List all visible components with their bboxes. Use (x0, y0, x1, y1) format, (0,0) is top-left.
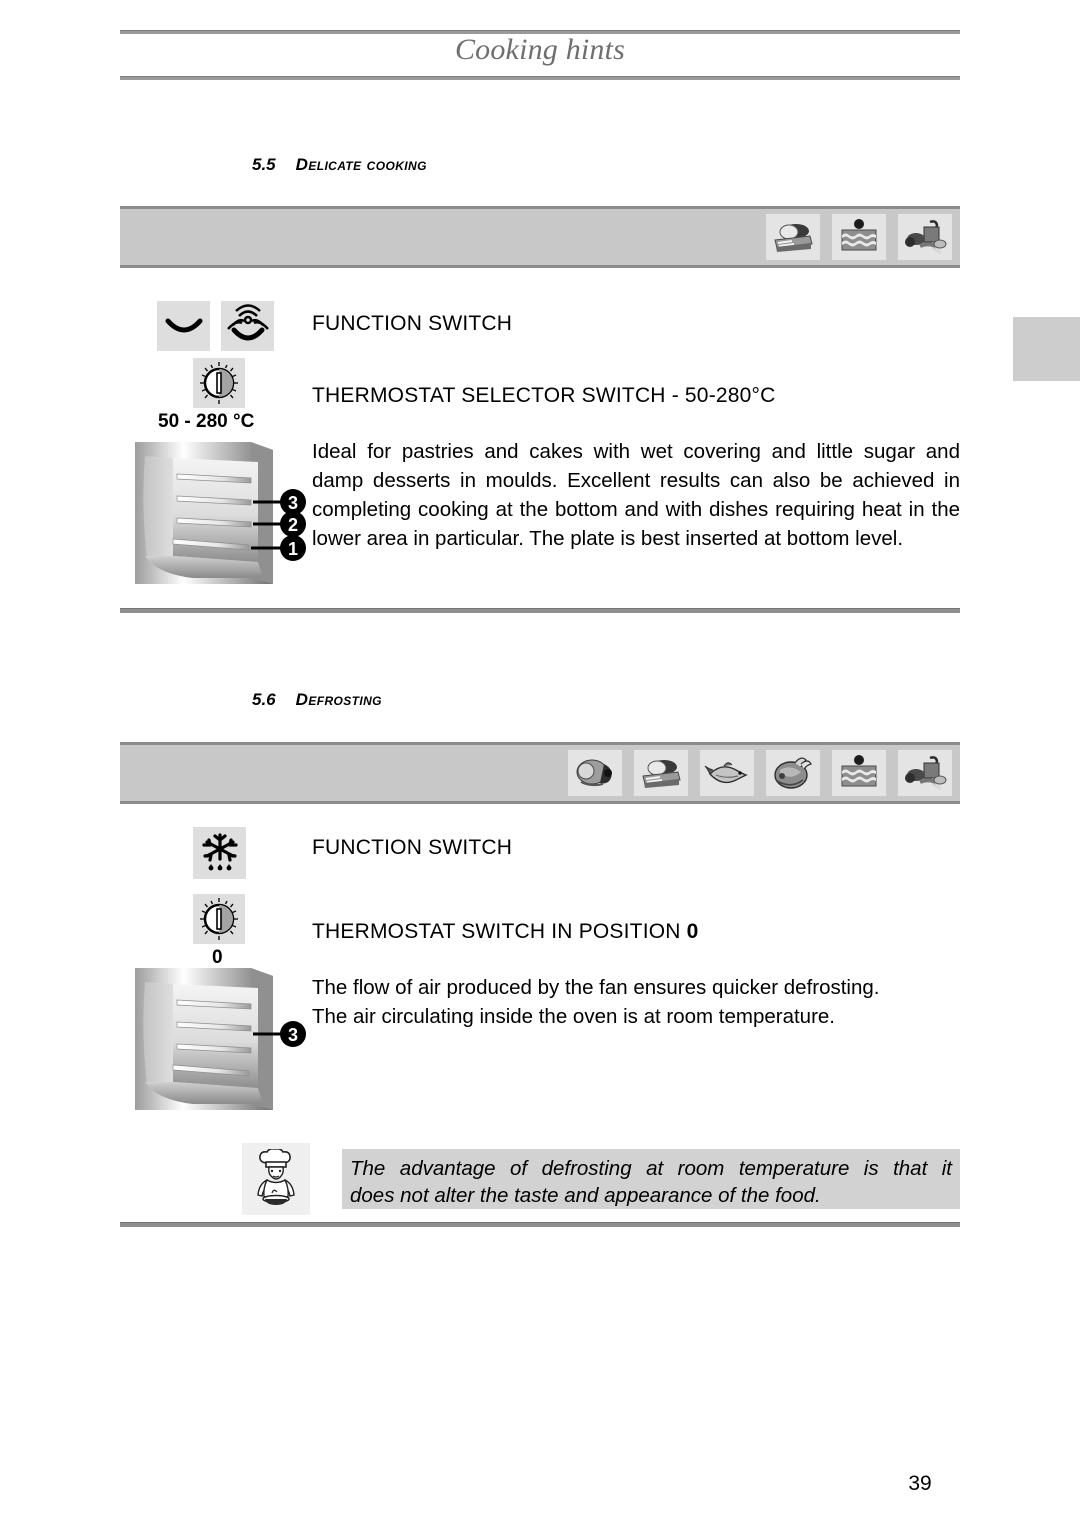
section-number: 5.5 (252, 155, 276, 174)
page-number: 39 (908, 1472, 932, 1495)
thermostat-dial-icon (193, 358, 245, 408)
document-page: Cooking hints 5.5 Delicate cooking 50 - … (0, 0, 1080, 1528)
thermostat-heading-prefix: THERMOSTAT SWITCH IN POSITION (312, 920, 687, 943)
cake-slice-icon (832, 214, 886, 260)
oven-cavity-diagram-delicate-cooking: 3 2 1 (133, 436, 313, 596)
cake-slice-icon (832, 750, 886, 796)
section-title: Delicate cooking (295, 155, 427, 174)
chef-tip-icon (242, 1143, 310, 1215)
tip-note-line-2: does not alter the taste and appearance … (350, 1184, 821, 1207)
bottom-heating-element-icon (157, 301, 210, 351)
side-tab-marker (1013, 317, 1080, 381)
tip-note-box: The advantage of defrosting at room temp… (242, 1143, 960, 1215)
svg-text:3: 3 (288, 1025, 298, 1045)
fish-icon (700, 750, 754, 796)
thermostat-heading-delicate: THERMOSTAT SELECTOR SWITCH - 50-280°C (312, 384, 776, 407)
function-switch-heading-defrosting: FUNCTION SWITCH (312, 836, 513, 859)
thermostat-heading-value: 0 (686, 920, 699, 943)
defrost-snowflake-icon (193, 827, 246, 879)
thermostat-heading-defrosting: THERMOSTAT SWITCH IN POSITION 0 (312, 920, 699, 944)
poultry-icon (766, 750, 820, 796)
page-title: Cooking hints (454, 33, 626, 66)
food-icon-bar-delicate-cooking (120, 206, 960, 268)
roast-meat-loaf-icon (634, 750, 688, 796)
tip-note-body: The advantage of defrosting at room temp… (342, 1149, 960, 1209)
svg-text:2: 2 (288, 515, 298, 535)
roast-meat-loaf-icon (766, 214, 820, 260)
section-separator-1 (120, 608, 960, 613)
section-title: Defrosting (295, 690, 382, 709)
body-text-delicate-cooking: Ideal for pastries and cakes with wet co… (312, 440, 960, 550)
function-switch-heading-delicate: FUNCTION SWITCH (312, 312, 513, 335)
ham-icon (568, 750, 622, 796)
vegetables-icon (898, 750, 952, 796)
section-separator-2 (120, 1222, 960, 1227)
vegetables-icon (898, 214, 952, 260)
section-heading-5-5: 5.5 Delicate cooking (252, 155, 427, 175)
oven-cavity-diagram-defrosting: 3 (133, 962, 313, 1122)
tip-note-line-1: The advantage of defrosting at room temp… (350, 1157, 952, 1180)
section-heading-5-6: 5.6 Defrosting (252, 690, 382, 710)
section-number: 5.6 (252, 690, 276, 709)
svg-text:3: 3 (288, 493, 298, 513)
thermostat-range-label: 50 - 280 °C (158, 411, 255, 432)
thermostat-dial-icon (193, 894, 245, 944)
header-rule-bottom (120, 76, 960, 80)
body-text-defrosting-line-1: The flow of air produced by the fan ensu… (312, 976, 880, 999)
fan-assisted-bottom-heating-icon (221, 301, 274, 351)
svg-text:1: 1 (288, 539, 298, 559)
page-header: Cooking hints (120, 30, 960, 92)
body-text-defrosting-line-2: The air circulating inside the oven is a… (312, 1005, 836, 1028)
food-icon-bar-defrosting (120, 742, 960, 804)
